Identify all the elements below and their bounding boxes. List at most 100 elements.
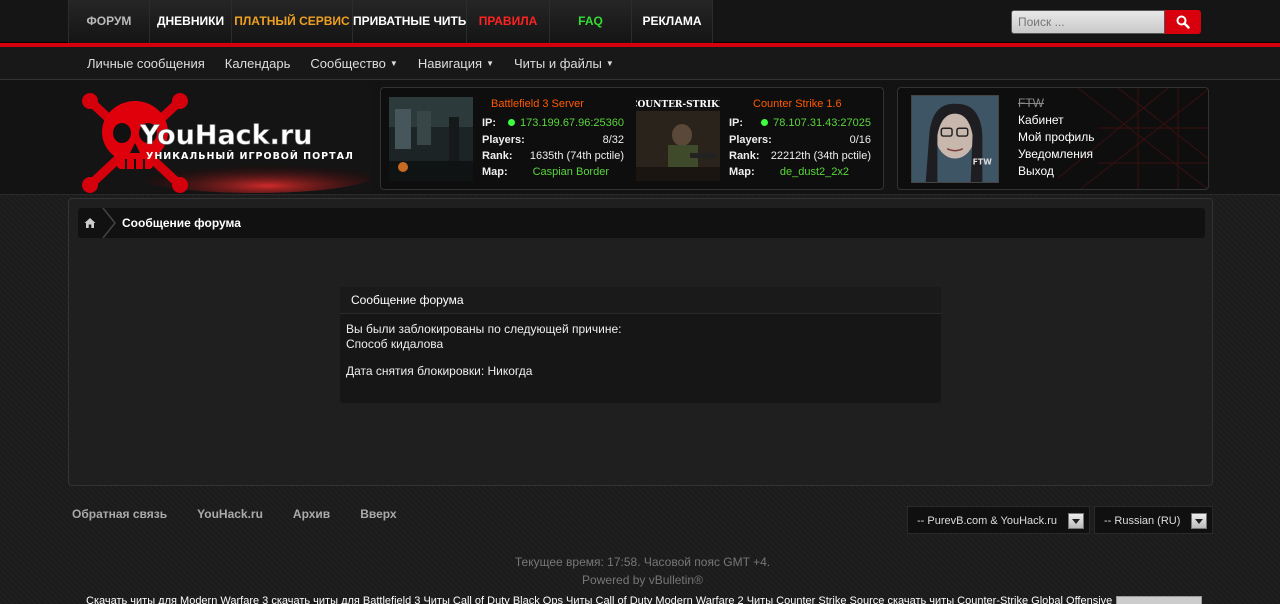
user-link-logout[interactable]: Выход xyxy=(1018,163,1095,180)
search-input[interactable] xyxy=(1011,10,1165,34)
top-nav-paid-service[interactable]: ПЛАТНЫЙ СЕРВИС xyxy=(231,0,352,43)
server-name: Battlefield 3 Server xyxy=(491,98,584,110)
sub-nav-private-messages[interactable]: Личные сообщения xyxy=(87,47,205,80)
top-nav: ФОРУМ ДНЕВНИКИ ПЛАТНЫЙ СЕРВИС ПРИВАТНЫЕ … xyxy=(68,0,713,43)
server-players: 8/32 xyxy=(602,134,624,146)
online-status-icon xyxy=(508,119,515,126)
message-body: Вы были заблокированы по следующей причи… xyxy=(340,314,941,387)
logo-text: YouHack.ru xyxy=(139,120,312,151)
message-reason: Способ кидалова xyxy=(346,337,444,351)
server-map-label: Map: xyxy=(482,166,508,178)
message-unban-date: Дата снятия блокировки: Никогда xyxy=(346,364,533,378)
search-box xyxy=(1011,10,1201,34)
breadcrumb-home[interactable] xyxy=(78,208,102,238)
footer-counter-badge[interactable] xyxy=(1116,596,1202,604)
user-link-profile[interactable]: Мой профиль xyxy=(1018,129,1095,146)
logo-tagline: УНИКАЛЬНЫЙ ИГРОВОЙ ПОРТАЛ xyxy=(146,150,354,162)
sub-nav-bar: Личные сообщения Календарь Сообщество ▼ Н… xyxy=(0,47,1280,80)
site-logo[interactable]: YouHack.ru УНИКАЛЬНЫЙ ИГРОВОЙ ПОРТАЛ xyxy=(80,87,375,193)
user-links: FTW Кабинет Мой профиль Уведомления Выхо… xyxy=(1018,95,1095,180)
footer-seo-links[interactable]: Скачать читы для Modern Warfare 3 скачат… xyxy=(86,595,1112,604)
top-nav-label: FAQ xyxy=(578,14,603,28)
server-ip-row: IP: 173.199.67.96:25360 xyxy=(482,117,624,129)
dropdown-arrow-icon xyxy=(1068,513,1084,529)
sub-nav-cheats-files[interactable]: Читы и файлы ▼ xyxy=(514,47,614,80)
username-link[interactable]: FTW xyxy=(1018,95,1095,112)
top-nav-ads[interactable]: РЕКЛАМА xyxy=(631,0,713,43)
user-panel: FTW FTW Кабинет Мой профиль Уведомления … xyxy=(897,87,1209,190)
server-map-row: Map: Caspian Border xyxy=(482,166,624,178)
top-nav-label: РЕКЛАМА xyxy=(642,14,702,28)
server-map-label: Map: xyxy=(729,166,755,178)
top-nav-label: ПРАВИЛА xyxy=(478,14,538,28)
footer-link-site[interactable]: YouHack.ru xyxy=(197,507,263,521)
top-nav-forum[interactable]: ФОРУМ xyxy=(68,0,149,43)
server-players-label: Players: xyxy=(482,134,525,146)
server-rank-row: Rank: 1635th (74th pctile) xyxy=(482,150,624,162)
skull-logo-icon: YouHack.ru УНИКАЛЬНЫЙ ИГРОВОЙ ПОРТАЛ xyxy=(80,87,375,193)
style-select[interactable]: -- PurevB.com & YouHack.ru xyxy=(907,506,1090,534)
sub-nav-community[interactable]: Сообщество ▼ xyxy=(310,47,397,80)
top-nav-rules[interactable]: ПРАВИЛА xyxy=(466,0,549,43)
top-nav-diaries[interactable]: ДНЕВНИКИ xyxy=(149,0,231,43)
game-servers-panel: Battlefield 3 Server IP: 173.199.67.96:25… xyxy=(380,87,884,190)
server-ip: 78.107.31.43:27025 xyxy=(773,117,871,129)
home-icon xyxy=(84,218,96,228)
server-ip-value: 78.107.31.43:27025 xyxy=(761,117,871,129)
online-status-icon xyxy=(761,119,769,126)
server-card-cs16[interactable]: COUNTER-STRIKE Counter Strike 1.6 IP: 78.… xyxy=(628,88,878,191)
sub-nav-navigation[interactable]: Навигация ▼ xyxy=(418,47,494,80)
server-map: Caspian Border xyxy=(532,166,609,178)
caret-down-icon: ▼ xyxy=(605,59,614,68)
user-link-cabinet[interactable]: Кабинет xyxy=(1018,112,1095,129)
server-rank-label: Rank: xyxy=(482,150,513,162)
caret-down-icon: ▼ xyxy=(389,59,398,68)
server-ip-label: IP: xyxy=(482,117,497,129)
server-thumbnail-bf3 xyxy=(389,97,473,181)
caret-down-icon: ▼ xyxy=(486,59,494,68)
sub-nav-label: Сообщество xyxy=(310,56,386,71)
top-nav-private-cheats[interactable]: ПРИВАТНЫЕ ЧИТЫ xyxy=(352,0,470,43)
main-content: Сообщение форума Сообщение форума Вы был… xyxy=(68,198,1213,486)
server-players: 0/16 xyxy=(849,134,871,146)
user-link-notifications[interactable]: Уведомления xyxy=(1018,146,1095,163)
sub-nav-label: Календарь xyxy=(224,56,291,71)
server-map-row: Map: de_dust2_2x2 xyxy=(729,166,871,178)
server-players-label: Players: xyxy=(729,134,772,146)
sub-nav: Личные сообщения Календарь Сообщество ▼ Н… xyxy=(87,47,614,80)
server-players-row: Players: 0/16 xyxy=(729,134,871,146)
footer-link-top[interactable]: Вверх xyxy=(360,507,396,521)
server-name: Counter Strike 1.6 xyxy=(753,98,842,110)
message-line: Вы были заблокированы по следующей причи… xyxy=(346,322,622,336)
server-ip-label: IP: xyxy=(729,117,744,129)
avatar-text: FTW xyxy=(973,157,993,166)
server-players-row: Players: 8/32 xyxy=(482,134,624,146)
sub-nav-calendar[interactable]: Календарь xyxy=(225,47,291,80)
search-button[interactable] xyxy=(1165,10,1201,34)
sub-nav-label: Навигация xyxy=(417,56,483,71)
server-thumbnail-cs16: COUNTER-STRIKE xyxy=(636,97,720,181)
footer-powered-by: Powered by vBulletin® xyxy=(582,573,703,587)
server-card-bf3[interactable]: Battlefield 3 Server IP: 173.199.67.96:25… xyxy=(381,88,631,191)
forum-message-box: Сообщение форума Вы были заблокированы п… xyxy=(340,287,941,403)
footer-link-feedback[interactable]: Обратная связь xyxy=(72,507,167,521)
sub-nav-label: Читы и файлы xyxy=(513,56,602,71)
top-nav-label: ПРИВАТНЫЕ ЧИТЫ xyxy=(353,14,470,28)
message-title: Сообщение форума xyxy=(340,287,941,314)
top-bar: ФОРУМ ДНЕВНИКИ ПЛАТНЫЙ СЕРВИС ПРИВАТНЫЕ … xyxy=(0,0,1280,43)
user-avatar[interactable]: FTW xyxy=(911,95,999,183)
breadcrumb-current: Сообщение форума xyxy=(122,216,241,230)
server-ip: 173.199.67.96:25360 xyxy=(520,117,624,129)
top-nav-faq[interactable]: FAQ xyxy=(549,0,631,43)
top-nav-label: ФОРУМ xyxy=(86,14,132,28)
footer-link-archive[interactable]: Архив xyxy=(293,507,330,521)
cs-thumb-text: COUNTER-STRIKE xyxy=(636,100,720,110)
top-nav-label: ПЛАТНЫЙ СЕРВИС xyxy=(234,14,350,28)
style-select-value: -- PurevB.com & YouHack.ru xyxy=(917,515,1058,527)
search-icon xyxy=(1176,15,1190,29)
language-select[interactable]: -- Russian (RU) xyxy=(1094,506,1213,534)
server-rank-row: Rank: 22212th (34th pctile) xyxy=(729,150,871,162)
server-rank: 1635th (74th pctile) xyxy=(529,150,624,162)
server-ip-row: IP: 78.107.31.43:27025 xyxy=(729,117,871,129)
